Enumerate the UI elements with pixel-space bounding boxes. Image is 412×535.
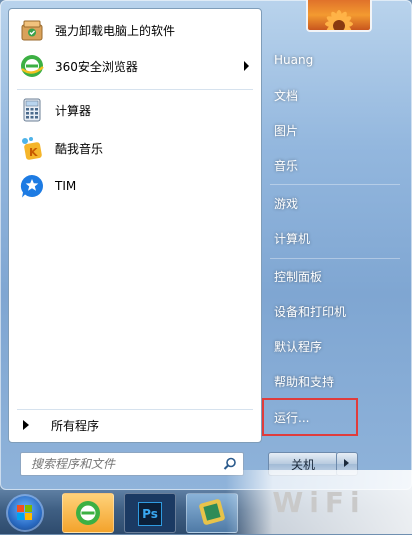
divider [17,409,253,410]
run-highlight-box [262,398,358,436]
divider [270,184,400,185]
windows-logo-icon [17,505,32,520]
chevron-right-icon [23,420,29,430]
search-box[interactable] [20,452,244,476]
right-item-pictures[interactable]: 图片 [266,116,400,144]
start-orb[interactable] [6,494,44,532]
right-item-devices-printers[interactable]: 设备和打印机 [266,297,400,325]
right-item-control-panel[interactable]: 控制面板 [266,262,400,290]
right-item-music[interactable]: 音乐 [266,151,400,179]
right-item-user[interactable]: Huang [266,46,400,74]
taskbar-photoshop-button[interactable]: Ps [124,493,176,533]
program-label: 360安全浏览器 [55,59,138,74]
360-browser-icon [19,53,45,79]
watermark: WiFi [226,470,412,534]
program-label: TIM [55,179,77,193]
all-programs-label: 所有程序 [51,418,100,433]
start-menu: 强力卸载电脑上的软件 360安全浏览器 计算器 K 酷我音乐 TIM 所有程序 … [0,0,412,490]
svg-text:K: K [29,146,38,159]
kuwo-music-icon: K [19,135,45,161]
right-item-computer[interactable]: 计算机 [266,224,400,252]
all-programs-button[interactable]: 所有程序 [11,413,259,437]
program-item-tim[interactable]: TIM [11,169,259,203]
360-browser-icon [76,501,100,525]
program-item-kuwo-music[interactable]: K 酷我音乐 [11,131,259,165]
right-item-default-programs[interactable]: 默认程序 [266,332,400,360]
photoshop-icon: Ps [138,502,162,526]
uninstall-box-icon [19,17,45,43]
search-icon[interactable] [223,457,237,471]
program-label: 计算器 [55,103,92,118]
right-item-help-support[interactable]: 帮助和支持 [266,367,400,395]
user-picture[interactable] [306,0,372,32]
tim-icon [19,173,45,199]
program-item-uninstall[interactable]: 强力卸载电脑上的软件 [11,13,259,47]
calculator-icon [19,97,45,123]
submenu-arrow-icon[interactable] [244,61,249,71]
programs-pane: 强力卸载电脑上的软件 360安全浏览器 计算器 K 酷我音乐 TIM 所有程序 [8,8,262,443]
right-item-documents[interactable]: 文档 [266,81,400,109]
program-item-calculator[interactable]: 计算器 [11,93,259,127]
divider [17,89,253,90]
program-label: 酷我音乐 [55,141,104,156]
program-item-360-browser[interactable]: 360安全浏览器 [11,49,259,83]
taskbar-360-browser-button[interactable] [62,493,114,533]
program-label: 强力卸载电脑上的软件 [55,23,176,38]
divider [270,258,400,259]
right-item-games[interactable]: 游戏 [266,189,400,217]
search-input[interactable] [29,456,219,472]
